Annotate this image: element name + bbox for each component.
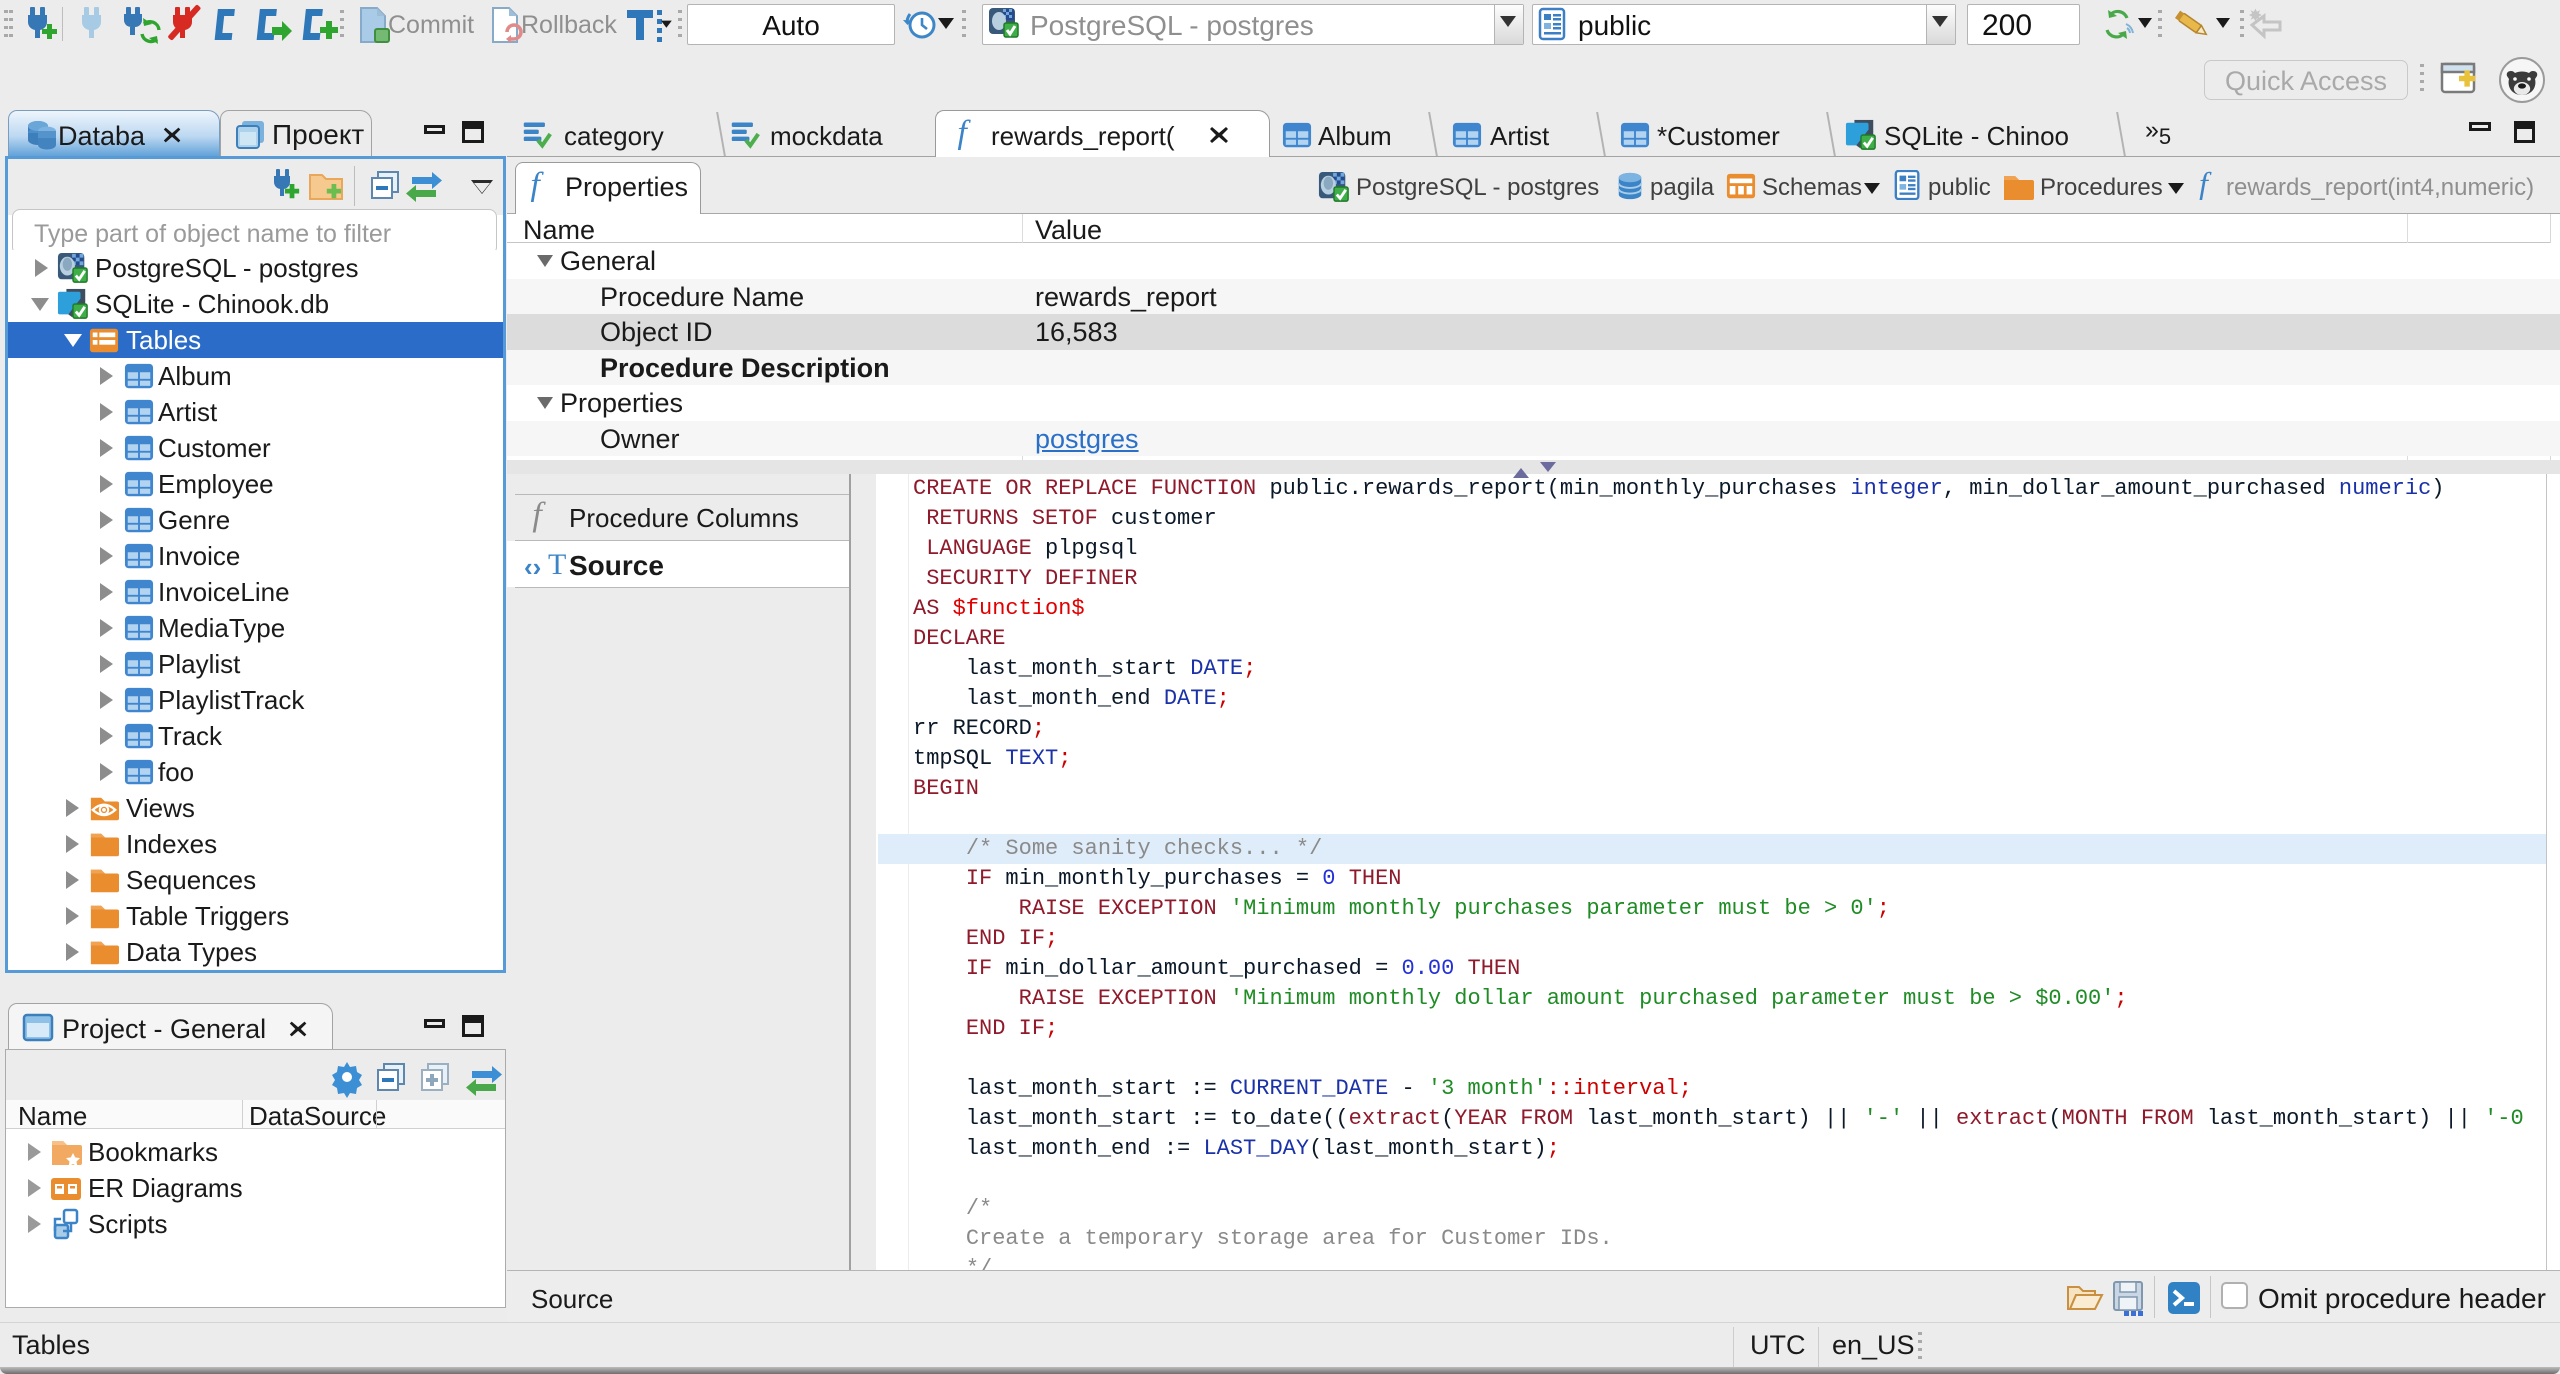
- svg-text:f: f: [532, 497, 546, 534]
